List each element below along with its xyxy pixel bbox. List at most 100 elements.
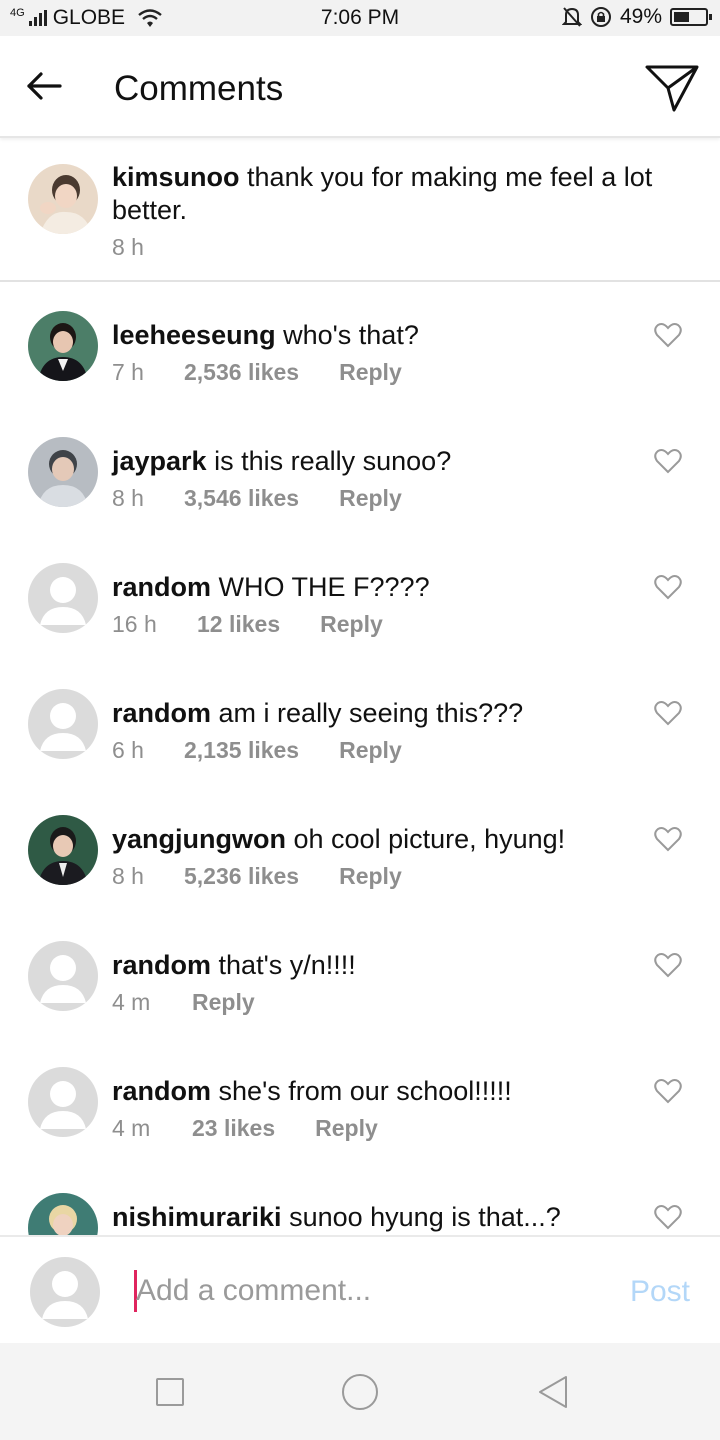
avatar: [30, 1257, 100, 1327]
comment-row: yangjungwon oh cool picture, hyung! 8 h …: [0, 787, 720, 913]
comment-composer: Post: [0, 1235, 720, 1343]
comment-input[interactable]: [136, 1267, 576, 1315]
reply-button[interactable]: Reply: [192, 989, 255, 1016]
comment-meta: 7 h 2,536 likes Reply: [112, 359, 402, 386]
heart-icon[interactable]: [654, 826, 682, 852]
comment-meta: 8 h 3,546 likes Reply: [112, 485, 402, 512]
reply-button[interactable]: Reply: [339, 863, 402, 890]
profile-photo-icon: [28, 311, 98, 381]
reply-button[interactable]: Reply: [315, 1115, 378, 1142]
comment-text: random she's from our school!!!!!: [112, 1075, 512, 1108]
comment-username[interactable]: yangjungwon: [112, 824, 286, 854]
comment-meta: 6 h 2,135 likes Reply: [112, 737, 402, 764]
arrow-left-icon[interactable]: [24, 66, 64, 106]
comment-row: random she's from our school!!!!! 4 m 23…: [0, 1039, 720, 1165]
comment-likes[interactable]: 12 likes: [197, 611, 280, 638]
avatar[interactable]: [28, 815, 98, 885]
comment-likes[interactable]: 5,236 likes: [184, 863, 299, 890]
comment-time: 16 h: [112, 611, 157, 637]
mute-bell-icon: [561, 7, 582, 27]
comment-row: random WHO THE F???? 16 h 12 likes Reply: [0, 535, 720, 661]
home-icon[interactable]: [342, 1374, 378, 1410]
comment-likes[interactable]: 2,135 likes: [184, 737, 299, 764]
comment-text: random WHO THE F????: [112, 571, 430, 604]
battery-icon: [670, 8, 712, 26]
heart-icon[interactable]: [654, 1078, 682, 1104]
paper-plane-icon[interactable]: [644, 62, 700, 114]
post-button[interactable]: Post: [630, 1275, 690, 1309]
reply-button[interactable]: Reply: [339, 359, 402, 386]
profile-photo-icon: [28, 437, 98, 507]
comment-time: 4 m: [112, 989, 151, 1015]
heart-icon[interactable]: [654, 322, 682, 348]
caption-meta: 8 h: [112, 234, 144, 261]
reply-button[interactable]: Reply: [339, 737, 402, 764]
back-triangle-icon[interactable]: [536, 1374, 572, 1410]
avatar[interactable]: [28, 563, 98, 633]
comment-username[interactable]: random: [112, 950, 211, 980]
comment-username[interactable]: random: [112, 1076, 211, 1106]
comment-meta: 8 h 5,236 likes Reply: [112, 863, 402, 890]
battery-percent: 49%: [619, 5, 662, 28]
avatar[interactable]: [28, 941, 98, 1011]
recent-apps-icon[interactable]: [156, 1378, 184, 1406]
comment-time: 6 h: [112, 737, 144, 763]
comment-body: that's y/n!!!!: [218, 950, 356, 980]
caption-username[interactable]: kimsunoo: [112, 162, 240, 192]
comment-likes[interactable]: 23 likes: [192, 1115, 275, 1142]
profile-photo-icon: [28, 1193, 98, 1235]
reply-button[interactable]: Reply: [320, 611, 383, 638]
rotation-lock-icon: [590, 7, 611, 27]
system-nav-bar: [0, 1343, 720, 1440]
default-avatar-icon: [40, 577, 86, 625]
comment-likes[interactable]: 3,546 likes: [184, 485, 299, 512]
comment-text: random am i really seeing this???: [112, 697, 523, 730]
comment-time: 4 m: [112, 1115, 151, 1141]
comment-body: am i really seeing this???: [218, 698, 524, 728]
comment-time: 8 h: [112, 863, 144, 889]
heart-icon[interactable]: [654, 1204, 682, 1230]
comment-username[interactable]: nishimurariki: [112, 1202, 282, 1232]
comment-text: yangjungwon oh cool picture, hyung!: [112, 823, 565, 856]
comment-time: 8 h: [112, 485, 144, 511]
comment-text: leeheeseung who's that?: [112, 319, 419, 352]
comment-row: leeheeseung who's that? 7 h 2,536 likes …: [0, 283, 720, 409]
profile-photo-icon: [28, 815, 98, 885]
comment-meta: 16 h 12 likes Reply: [112, 611, 383, 638]
comment-text: nishimurariki sunoo hyung is that...?: [112, 1201, 561, 1234]
post-caption: kimsunoo thank you for making me feel a …: [0, 140, 720, 282]
default-avatar-icon: [40, 1081, 86, 1129]
comment-row: random that's y/n!!!! 4 m Reply: [0, 913, 720, 1039]
page-title: Comments: [114, 69, 284, 108]
comment-text: random that's y/n!!!!: [112, 949, 356, 982]
avatar[interactable]: [28, 1067, 98, 1137]
caption-time: 8 h: [112, 234, 144, 260]
heart-icon[interactable]: [654, 952, 682, 978]
comment-likes[interactable]: 2,536 likes: [184, 359, 299, 386]
comment-username[interactable]: jaypark: [112, 446, 207, 476]
heart-icon[interactable]: [654, 700, 682, 726]
reply-button[interactable]: Reply: [339, 485, 402, 512]
heart-icon[interactable]: [654, 574, 682, 600]
heart-icon[interactable]: [654, 448, 682, 474]
avatar[interactable]: [28, 689, 98, 759]
comment-body: oh cool picture, hyung!: [293, 824, 566, 854]
default-avatar-icon: [42, 1271, 88, 1319]
comment-row: random am i really seeing this??? 6 h 2,…: [0, 661, 720, 787]
comment-username[interactable]: random: [112, 572, 211, 602]
avatar[interactable]: [28, 1193, 98, 1235]
avatar[interactable]: [28, 164, 98, 234]
comment-time: 7 h: [112, 359, 144, 385]
battery-fill: [674, 12, 689, 22]
status-right: 49%: [561, 5, 712, 29]
comment-body: who's that?: [283, 320, 419, 350]
comment-list[interactable]: leeheeseung who's that? 7 h 2,536 likes …: [0, 283, 720, 1235]
comment-username[interactable]: leeheeseung: [112, 320, 276, 350]
default-avatar-icon: [40, 703, 86, 751]
avatar[interactable]: [28, 311, 98, 381]
comment-username[interactable]: random: [112, 698, 211, 728]
avatar[interactable]: [28, 437, 98, 507]
default-avatar-icon: [40, 955, 86, 1003]
status-bar: 4G GLOBE 7:06 PM 49%: [0, 0, 720, 36]
comment-body: WHO THE F????: [218, 572, 430, 602]
